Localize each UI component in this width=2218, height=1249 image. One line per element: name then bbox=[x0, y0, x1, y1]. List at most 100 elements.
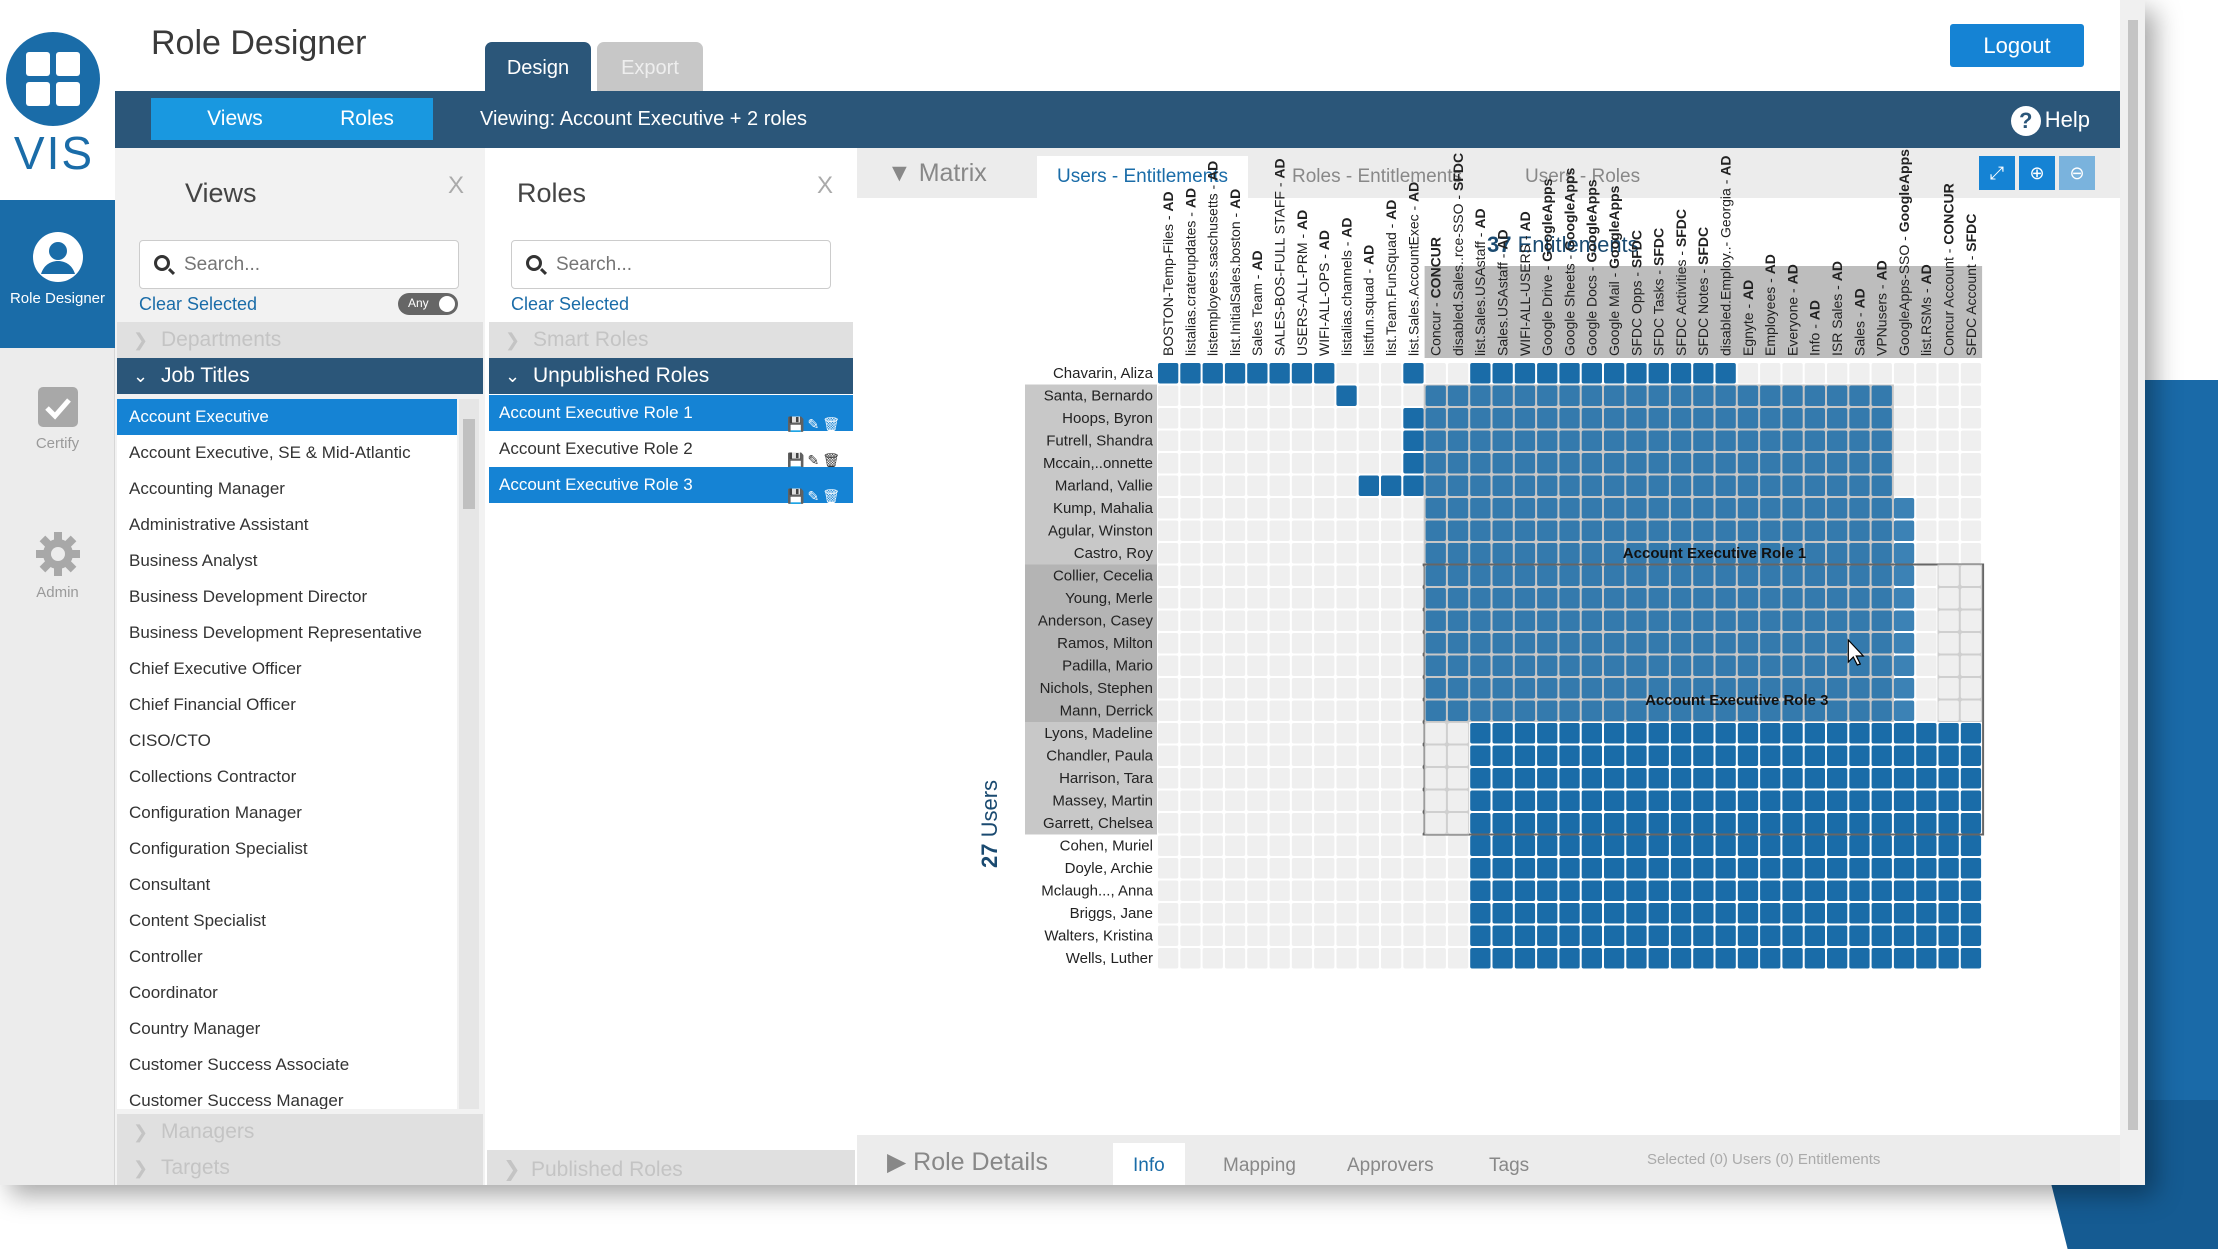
section-departments[interactable]: ❯ Departments bbox=[117, 322, 483, 358]
section-job-titles[interactable]: ⌄ Job Titles bbox=[117, 358, 483, 394]
matrix-cell bbox=[1291, 700, 1313, 721]
job-title-item[interactable]: Business Development Representative bbox=[117, 615, 457, 651]
roles-toggle-button[interactable]: Roles bbox=[301, 98, 433, 140]
views-clear-selected[interactable]: Clear Selected bbox=[139, 294, 257, 315]
matrix-cell bbox=[1670, 903, 1692, 924]
role-actions-icon[interactable]: 💾✎🗑 bbox=[787, 478, 843, 514]
matrix-cell bbox=[1559, 678, 1580, 699]
matrix-cell bbox=[1492, 430, 1513, 451]
matrix-cell bbox=[1447, 925, 1469, 946]
job-title-item[interactable]: CISO/CTO bbox=[117, 723, 457, 759]
tab-tags[interactable]: Tags bbox=[1469, 1143, 1549, 1185]
role-item[interactable]: Account Executive Role 2 💾✎🗑 bbox=[489, 431, 853, 468]
views-toggle-button[interactable]: Views bbox=[151, 98, 319, 140]
job-title-item[interactable]: Collections Contractor bbox=[117, 759, 457, 795]
tab-design[interactable]: Design bbox=[485, 42, 591, 91]
matrix-cell bbox=[1381, 475, 1402, 496]
views-search-field[interactable] bbox=[184, 251, 444, 279]
any-toggle[interactable]: Any bbox=[398, 293, 458, 315]
matrix-cell bbox=[1893, 453, 1915, 474]
section-published-roles[interactable]: ❯ Published Roles bbox=[487, 1150, 855, 1185]
roles-clear-selected[interactable]: Clear Selected bbox=[511, 294, 629, 315]
section-targets[interactable]: ❯ Targets bbox=[117, 1150, 483, 1185]
help-link[interactable]: ? Help bbox=[2010, 91, 2090, 148]
matrix-cell bbox=[1893, 588, 1915, 609]
matrix-cell bbox=[1514, 948, 1536, 969]
section-smart-roles[interactable]: ❯ Smart Roles bbox=[489, 322, 853, 358]
tab-info[interactable]: Info bbox=[1113, 1143, 1185, 1185]
matrix-cell bbox=[1158, 633, 1179, 654]
matrix-cell bbox=[1381, 790, 1402, 811]
matrix-cell bbox=[1893, 678, 1915, 699]
matrix-cell bbox=[1202, 588, 1223, 609]
nav-certify[interactable]: Certify bbox=[0, 385, 115, 452]
section-managers[interactable]: ❯ Managers bbox=[117, 1114, 483, 1150]
job-title-item[interactable]: Business Analyst bbox=[117, 543, 457, 579]
tab-mapping[interactable]: Mapping bbox=[1203, 1143, 1316, 1185]
roles-search-field[interactable] bbox=[556, 251, 816, 279]
matrix-cell bbox=[1358, 880, 1379, 901]
matrix-cell bbox=[1804, 408, 1825, 429]
views-search-input[interactable] bbox=[139, 240, 459, 289]
section-published-label: Published Roles bbox=[531, 1158, 683, 1181]
matrix-cell bbox=[1224, 565, 1246, 586]
job-title-item[interactable]: Account Executive bbox=[117, 399, 457, 435]
role-details-title[interactable]: ▶ Role Details bbox=[887, 1135, 1048, 1185]
nav-role-designer[interactable]: Role Designer bbox=[0, 200, 115, 348]
matrix-cell bbox=[1425, 475, 1446, 496]
job-title-item[interactable]: Chief Executive Officer bbox=[117, 651, 457, 687]
tab-approvers[interactable]: Approvers bbox=[1327, 1143, 1454, 1185]
job-title-item[interactable]: Controller bbox=[117, 939, 457, 975]
vis-logo[interactable]: VIS bbox=[0, 0, 115, 200]
job-title-item[interactable]: Country Manager bbox=[117, 1011, 457, 1047]
matrix-cell bbox=[1358, 520, 1379, 541]
job-title-item[interactable]: Account Executive, SE & Mid-Atlantic bbox=[117, 435, 457, 471]
job-title-item[interactable]: Administrative Assistant bbox=[117, 507, 457, 543]
role-item[interactable]: Account Executive Role 3 💾✎🗑 bbox=[489, 467, 853, 504]
matrix-cell bbox=[1715, 948, 1736, 969]
matrix-cell bbox=[1224, 858, 1246, 879]
section-unpublished-roles[interactable]: ⌄ Unpublished Roles bbox=[489, 358, 853, 394]
logout-button[interactable]: Logout bbox=[1950, 24, 2084, 67]
matrix-cell bbox=[1737, 768, 1759, 789]
roles-search-input[interactable] bbox=[511, 240, 831, 289]
job-title-item[interactable]: Consultant bbox=[117, 867, 457, 903]
matrix-cell bbox=[1670, 453, 1692, 474]
roles-close-button[interactable]: X bbox=[817, 172, 833, 200]
job-title-item[interactable]: Coordinator bbox=[117, 975, 457, 1011]
job-title-item[interactable]: Content Specialist bbox=[117, 903, 457, 939]
views-close-button[interactable]: X bbox=[448, 172, 464, 200]
matrix-cell bbox=[1559, 385, 1580, 406]
job-title-item[interactable]: Business Development Director bbox=[117, 579, 457, 615]
matrix-cell bbox=[1604, 925, 1625, 946]
matrix-cell bbox=[1827, 588, 1848, 609]
entitlement-matrix[interactable]: Chavarin, Aliza Santa, Bernardo Hoops, Byr… bbox=[857, 148, 2120, 1138]
matrix-cell bbox=[1224, 655, 1246, 676]
matrix-cell bbox=[1425, 610, 1446, 631]
matrix-cell bbox=[1648, 745, 1669, 766]
job-title-item[interactable]: Accounting Manager bbox=[117, 471, 457, 507]
job-title-item[interactable]: Configuration Specialist bbox=[117, 831, 457, 867]
matrix-cell bbox=[1670, 790, 1692, 811]
page-scrollbar[interactable] bbox=[2120, 0, 2145, 1185]
matrix-cell bbox=[1782, 610, 1803, 631]
matrix-cell bbox=[1447, 610, 1469, 631]
matrix-cell bbox=[1314, 880, 1335, 901]
tab-export[interactable]: Export bbox=[597, 42, 703, 91]
entitlement-column-label: listalias.craterupdates - AD bbox=[1182, 188, 1198, 356]
job-title-item[interactable]: Customer Success Manager bbox=[117, 1083, 457, 1109]
matrix-cell bbox=[1403, 430, 1424, 451]
matrix-cell bbox=[1960, 633, 1982, 654]
job-titles-scrollbar[interactable] bbox=[459, 399, 479, 1109]
matrix-cell bbox=[1358, 745, 1379, 766]
matrix-cell bbox=[1381, 700, 1402, 721]
role-item[interactable]: Account Executive Role 1 💾✎🗑 bbox=[489, 395, 853, 432]
matrix-cell bbox=[1403, 880, 1424, 901]
nav-admin[interactable]: Admin bbox=[0, 530, 115, 601]
job-title-item[interactable]: Chief Financial Officer bbox=[117, 687, 457, 723]
job-title-item[interactable]: Customer Success Associate bbox=[117, 1047, 457, 1083]
matrix-cell bbox=[1381, 363, 1402, 384]
matrix-cell bbox=[1381, 588, 1402, 609]
job-title-item[interactable]: Configuration Manager bbox=[117, 795, 457, 831]
matrix-cell bbox=[1648, 903, 1669, 924]
